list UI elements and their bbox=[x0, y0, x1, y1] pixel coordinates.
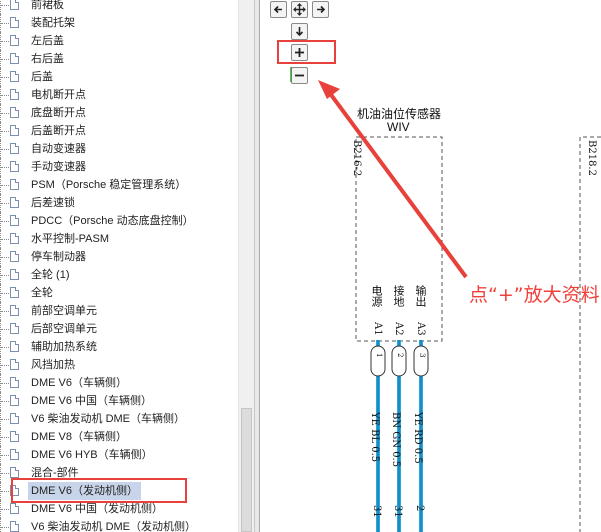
pin-num-2: 2 bbox=[396, 353, 404, 358]
pin-function-1: 电源 bbox=[370, 285, 383, 307]
wire-end-1: 31 bbox=[371, 505, 382, 518]
component-code: WIV bbox=[387, 120, 410, 134]
wire-label-3: YE RD 0.5 bbox=[412, 412, 423, 464]
wire-end-3: 2 bbox=[414, 505, 425, 512]
pin-function-2: 接地 bbox=[392, 285, 405, 307]
pin-id-2: A2 bbox=[393, 322, 404, 336]
highlight-box-zoom bbox=[277, 40, 336, 64]
connector-left-label: B216-2 bbox=[351, 140, 362, 177]
pin-id-3: A3 bbox=[415, 322, 426, 336]
pin-num-3: 3 bbox=[418, 353, 426, 358]
connector-right-label: B218.2 bbox=[586, 140, 597, 176]
pin-connector-2 bbox=[391, 345, 407, 377]
wire-end-2: 31 bbox=[392, 505, 403, 518]
component-box bbox=[355, 136, 443, 342]
pin-function-3: 输出 bbox=[414, 285, 427, 307]
component-title: 机油油位传感器 bbox=[357, 107, 442, 121]
annotation-text: 点“+”放大资料 bbox=[469, 284, 600, 306]
highlight-box-tree bbox=[11, 478, 187, 503]
pin-num-1: 1 bbox=[375, 353, 383, 358]
pin-connector-3 bbox=[413, 345, 429, 377]
pin-connector-1 bbox=[370, 345, 386, 377]
wire-label-1: YE BL 0.5 bbox=[369, 412, 380, 463]
wiring-diagram bbox=[11, 40, 601, 532]
wire-label-2: BN GN 0.5 bbox=[390, 412, 401, 468]
pin-id-1: A1 bbox=[372, 322, 383, 336]
